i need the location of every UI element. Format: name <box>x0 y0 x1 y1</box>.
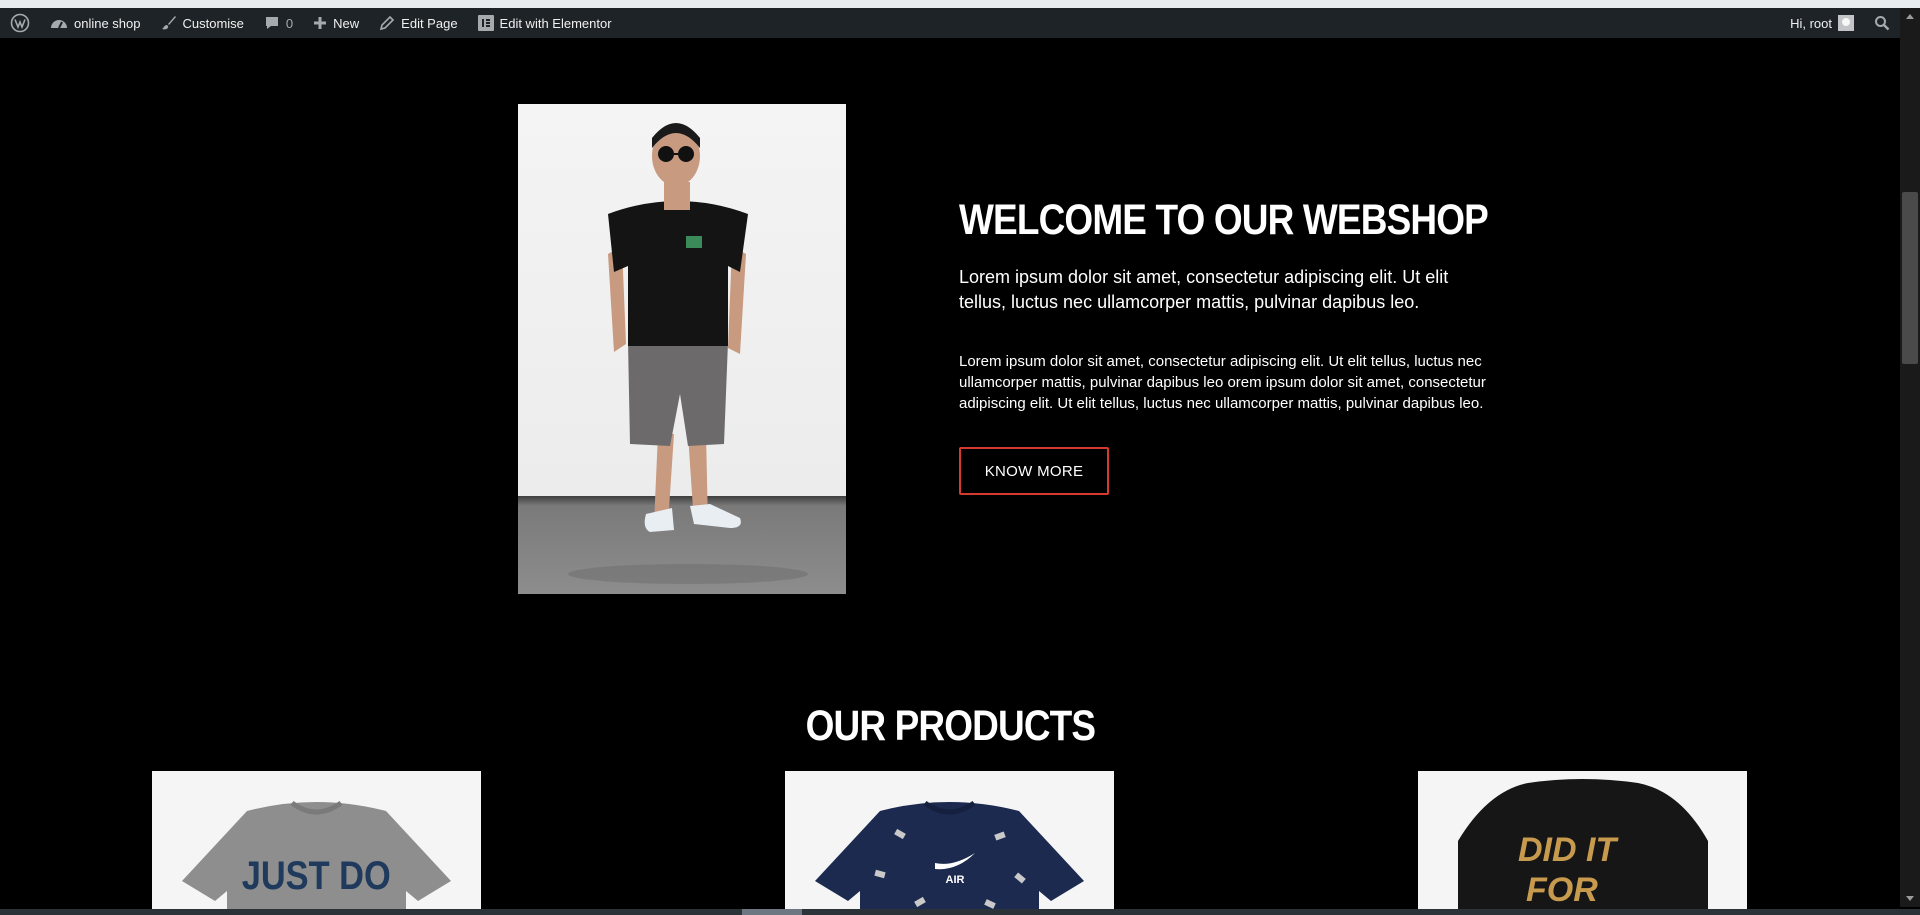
hero-model-image <box>518 104 846 594</box>
product-shirt-shape <box>815 802 1084 915</box>
product-print-text: JUST DO <box>242 853 391 898</box>
new-content-link[interactable]: New <box>303 8 369 38</box>
avatar <box>1838 15 1854 31</box>
pencil-icon <box>380 15 395 31</box>
search-icon <box>1875 16 1890 31</box>
new-label: New <box>333 15 360 31</box>
wp-admin-bar: online shop Customise 0 New Edit Page Ed… <box>0 8 1900 38</box>
my-account-link[interactable]: Hi, root <box>1780 8 1864 38</box>
product-card[interactable]: AIR <box>785 771 1114 915</box>
edit-page-label: Edit Page <box>401 15 458 31</box>
browser-top-strip <box>0 0 1920 8</box>
greeting-label: Hi, root <box>1790 15 1832 31</box>
horizontal-scrollbar[interactable] <box>0 909 1920 915</box>
hero-lead-text: Lorem ipsum dolor sit amet, consectetur … <box>959 267 1449 312</box>
edit-elementor-link[interactable]: Edit with Elementor <box>468 8 622 38</box>
site-name-label: online shop <box>74 15 141 31</box>
svg-text:DID IT: DID IT <box>1518 831 1619 869</box>
hero-title: WELCOME TO OUR WEBSHOP <box>959 196 1489 244</box>
know-more-button[interactable]: KNOW MORE <box>959 447 1109 495</box>
customise-link[interactable]: Customise <box>151 8 254 38</box>
comments-link[interactable]: 0 <box>254 8 303 38</box>
product-print-text: AIR <box>946 874 965 886</box>
plus-icon <box>314 17 327 29</box>
site-name-link[interactable]: online shop <box>40 8 151 38</box>
comment-icon <box>265 17 278 29</box>
horizontal-scrollbar-thumb[interactable] <box>742 909 802 915</box>
scroll-down-arrow-icon[interactable] <box>1906 896 1914 901</box>
vertical-scrollbar[interactable] <box>1900 8 1920 907</box>
wordpress-logo-button[interactable] <box>0 8 40 38</box>
products-title-text: OUR PRODUCTS <box>805 702 1096 750</box>
wordpress-icon <box>10 13 30 33</box>
customise-label: Customise <box>182 15 244 31</box>
elementor-icon <box>477 15 494 31</box>
edit-elementor-label: Edit with Elementor <box>499 15 612 31</box>
hero-body-text: Lorem ipsum dolor sit amet, consectetur … <box>959 353 1486 412</box>
products-title: OUR PRODUCTS <box>0 702 1900 751</box>
product-card[interactable]: JUST DO <box>152 771 481 915</box>
scrollbar-thumb[interactable] <box>1902 192 1918 364</box>
comments-count: 0 <box>285 15 294 31</box>
edit-page-link[interactable]: Edit Page <box>369 8 467 38</box>
product-card[interactable]: DID IT FOR <box>1418 771 1747 915</box>
svg-text:FOR: FOR <box>1526 871 1598 909</box>
dashboard-icon <box>51 20 67 29</box>
admin-search-button[interactable] <box>1864 8 1900 38</box>
scroll-up-arrow-icon[interactable] <box>1906 14 1914 19</box>
paintbrush-icon <box>161 16 176 30</box>
